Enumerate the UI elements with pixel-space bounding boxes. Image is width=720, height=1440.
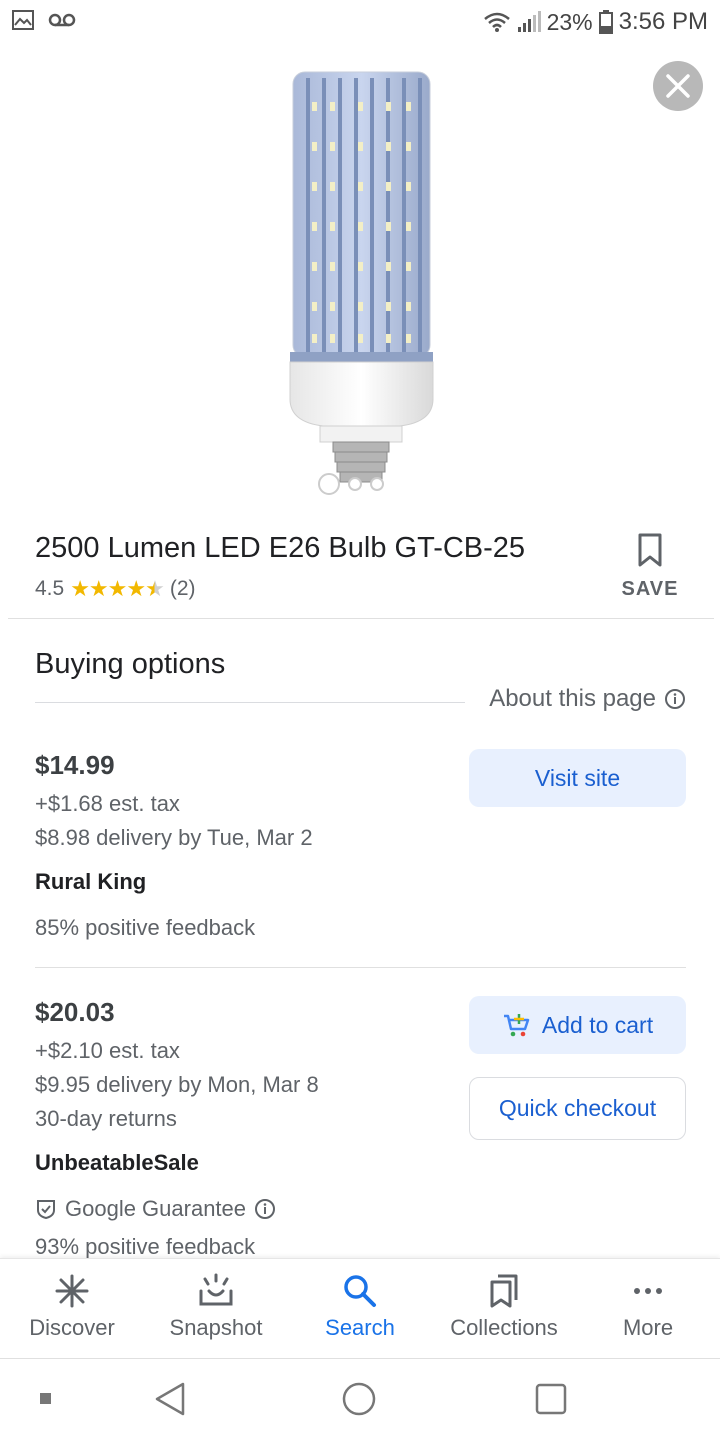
close-icon xyxy=(666,74,690,98)
google-guarantee[interactable]: Google Guarantee xyxy=(35,1196,686,1222)
seller-feedback: 85% positive feedback xyxy=(35,915,256,940)
info-icon xyxy=(665,689,685,709)
filled-stars: ★★★★ xyxy=(70,576,146,601)
nav-label: Snapshot xyxy=(169,1315,263,1340)
product-image[interactable] xyxy=(0,44,720,514)
visit-site-button[interactable]: Visit site xyxy=(469,749,686,807)
signal-icon xyxy=(517,11,541,32)
status-bar: 23% 3:56 PM xyxy=(0,0,720,44)
quick-checkout-button[interactable]: Quick checkout xyxy=(469,1077,686,1140)
visit-site-label: Visit site xyxy=(534,764,621,791)
carousel-dot-active[interactable] xyxy=(318,473,340,495)
more-icon xyxy=(634,1288,662,1294)
clock: 3:56 PM xyxy=(618,8,708,35)
snapshot-icon xyxy=(199,1273,233,1306)
image-icon xyxy=(12,10,34,30)
offer-delivery: $8.98 delivery by Tue, Mar 2 xyxy=(35,825,313,850)
quick-checkout-label: Quick checkout xyxy=(498,1095,657,1121)
save-button[interactable]: SAVE xyxy=(615,533,685,601)
add-to-cart-label: Add to cart xyxy=(541,1011,654,1038)
divider xyxy=(35,967,686,968)
rating-row[interactable]: 4.5 ★★★★★ (2) xyxy=(35,576,196,602)
system-nav-bar xyxy=(0,1358,720,1440)
nav-collections[interactable]: Collections xyxy=(432,1259,576,1358)
overview-icon[interactable] xyxy=(535,1383,567,1415)
seller-name[interactable]: Rural King xyxy=(35,869,686,895)
wifi-icon xyxy=(483,12,510,32)
home-icon[interactable] xyxy=(342,1382,376,1416)
seller-name[interactable]: UnbeatableSale xyxy=(35,1150,686,1176)
nav-label: More xyxy=(622,1315,674,1340)
corn-bulb-image xyxy=(289,71,434,483)
voicemail-icon xyxy=(48,13,76,27)
nav-discover[interactable]: Discover xyxy=(0,1259,144,1358)
image-carousel-dots xyxy=(318,473,384,495)
save-label: SAVE xyxy=(621,578,679,600)
battery-percent: 23% xyxy=(546,8,593,35)
add-to-cart-icon xyxy=(503,1014,530,1037)
product-title: 2500 Lumen LED E26 Bulb GT-CB-25 xyxy=(35,532,526,564)
half-star-icon: ★ xyxy=(145,576,165,601)
collections-icon xyxy=(490,1274,518,1308)
rating-value: 4.5 xyxy=(35,577,65,600)
nav-label: Search xyxy=(325,1315,395,1340)
about-this-page-link[interactable]: About this page xyxy=(489,685,686,713)
battery-icon xyxy=(598,10,613,34)
nav-label: Discover xyxy=(29,1315,115,1340)
nav-snapshot[interactable]: Snapshot xyxy=(144,1259,288,1358)
back-icon[interactable] xyxy=(155,1382,185,1416)
nav-more[interactable]: More xyxy=(576,1259,720,1358)
review-count: (2) xyxy=(169,577,196,600)
search-icon xyxy=(344,1275,376,1307)
system-nav-icons xyxy=(40,1382,567,1416)
carousel-dot[interactable] xyxy=(348,477,362,491)
seller-feedback: 93% positive feedback xyxy=(35,1234,256,1259)
divider xyxy=(8,618,714,619)
asterisk-icon xyxy=(55,1274,89,1308)
rating-stars: ★★★★★ xyxy=(70,576,165,602)
shield-check-icon xyxy=(37,1200,55,1220)
buying-options-heading: Buying options xyxy=(35,648,226,680)
info-icon xyxy=(255,1199,276,1219)
carousel-dot[interactable] xyxy=(370,477,384,491)
nav-search[interactable]: Search xyxy=(288,1259,432,1358)
add-to-cart-button[interactable]: Add to cart xyxy=(469,996,686,1054)
bottom-nav: Discover Snapshot Search Collections Mor… xyxy=(0,1258,720,1358)
guarantee-label: Google Guarantee xyxy=(65,1196,247,1221)
about-label: About this page xyxy=(489,685,656,712)
recents-dot-icon[interactable] xyxy=(40,1393,51,1404)
divider xyxy=(35,702,465,703)
bookmark-icon xyxy=(638,533,662,567)
close-button[interactable] xyxy=(653,61,703,111)
nav-label: Collections xyxy=(450,1315,558,1340)
